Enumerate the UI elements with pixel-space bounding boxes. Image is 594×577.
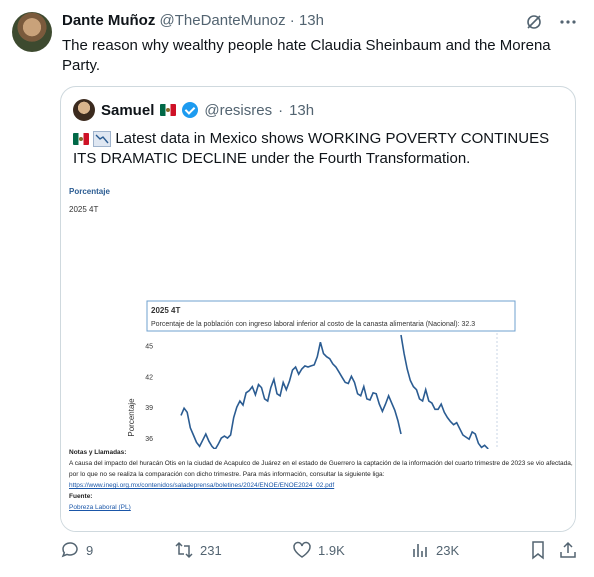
grok-icon[interactable] [524,12,544,32]
views-button[interactable]: 23K [410,540,459,560]
like-icon [293,541,311,558]
repost-count: 231 [200,542,222,558]
y-tick-label: 42 [145,374,153,381]
quoted-post-text: Latest data in Mexico shows WORKING POVE… [73,130,550,167]
share-icon[interactable] [558,540,578,560]
views-count: 23K [436,542,460,558]
post-text: The reason why wealthy people hate Claud… [62,37,551,74]
quoted-post-time[interactable]: 13h [289,102,314,119]
chart-down-icon [93,131,112,148]
repost-icon [175,541,193,559]
quoted-post-text-block: Latest data in Mexico shows WORKING POVE… [73,129,563,169]
views-icon [413,544,427,557]
chart-notes: Notas y Llamadas: A causa del impacto de… [69,447,575,513]
mexico-flag-icon [73,133,89,146]
quoted-post[interactable]: Samuel @resisres · 13h Latest data in Me… [60,86,576,532]
reply-icon [61,542,78,558]
notes-body: A causa del impacto del huracán Otis en … [69,460,573,478]
quoted-author-avatar[interactable] [73,99,95,121]
chart-tooltip: 2025 4T Porcentaje de la población con i… [146,300,516,332]
y-axis-label: Porcentaje [127,398,136,437]
notes-link[interactable]: https://www.inegi.org.mx/contenidos/sala… [69,482,334,489]
quoted-post-header: Samuel @resisres · 13h [73,99,314,121]
repost-button[interactable]: 231 [174,540,222,560]
y-tick-label: 36 [145,436,153,443]
quoted-author-name[interactable]: Samuel [101,102,154,119]
more-icon[interactable] [558,12,578,32]
post-header: Dante Muñoz @TheDanteMunoz · 13h [62,12,324,29]
dot-separator: · [289,12,295,29]
post-top-actions [524,12,578,32]
author-handle[interactable]: @TheDanteMunoz [160,12,286,29]
like-count: 1.9K [318,542,345,558]
author-avatar[interactable] [12,12,52,52]
series-line-1 [180,341,402,449]
chart-plot: Porcentaje3033363942452005 1T2005 4T2006… [127,300,516,449]
y-tick-label: 39 [145,405,153,412]
series-line-2 [400,334,489,449]
source-heading: Fuente: [69,493,93,500]
mexico-flag-icon [160,104,177,116]
author-name[interactable]: Dante Muñoz [62,12,155,29]
reply-count: 9 [86,542,94,558]
verified-badge-icon [182,102,199,118]
tooltip-text: Porcentaje de la población con ingreso l… [151,321,475,328]
like-button[interactable]: 1.9K [292,540,345,560]
tooltip-title: 2025 4T [151,306,180,315]
post-actions: 9 231 1.9K 23K [60,540,580,566]
reply-button[interactable]: 9 [60,540,93,560]
source-link[interactable]: Pobreza Laboral (PL) [69,504,131,511]
bookmark-icon[interactable] [528,540,548,560]
y-tick-label: 45 [145,343,153,350]
dot-separator: · [278,101,284,119]
notes-heading: Notas y Llamadas: [69,449,127,456]
quoted-author-handle[interactable]: @resisres [204,102,272,119]
post-time[interactable]: 13h [299,12,324,29]
chart-image[interactable]: Porcentaje 2025 4T Porcentaje30333639424… [61,179,575,531]
